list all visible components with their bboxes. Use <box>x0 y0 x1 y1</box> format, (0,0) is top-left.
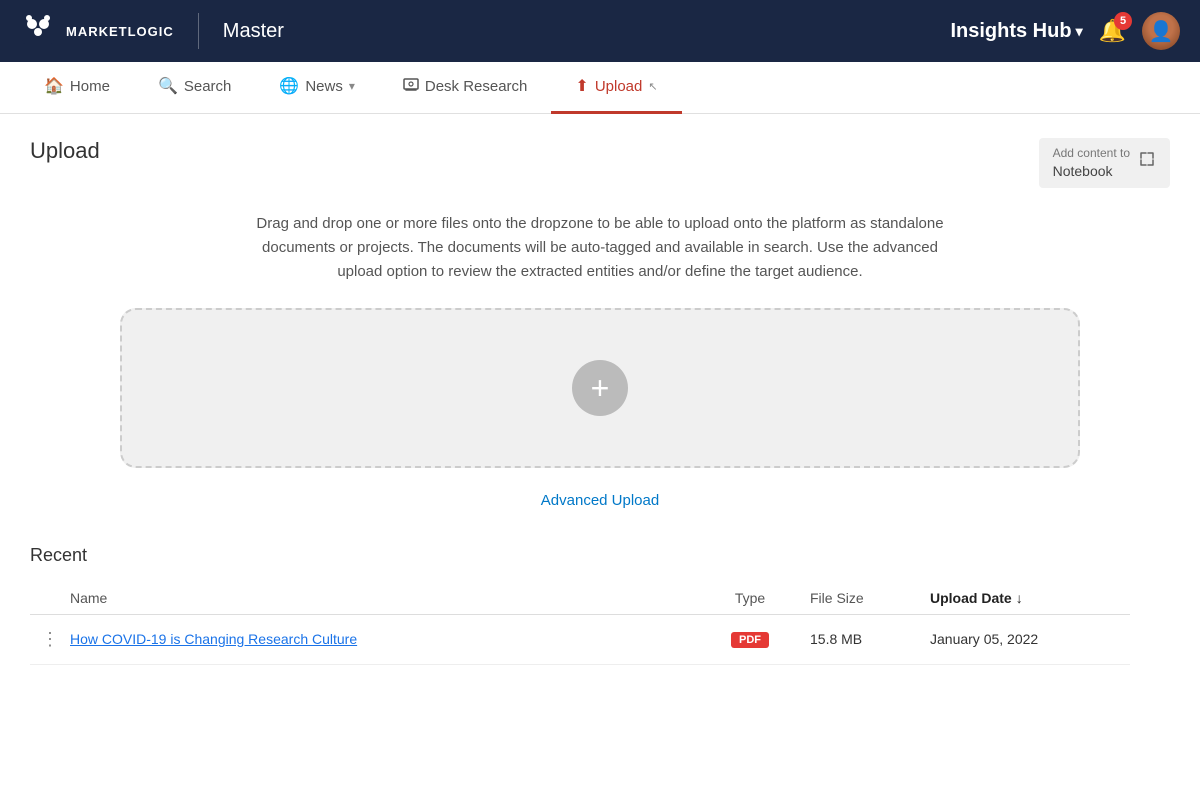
pdf-badge: PDF <box>731 632 769 648</box>
nav-item-home-label: Home <box>70 78 110 95</box>
notification-bell[interactable]: 🔔 5 <box>1099 18 1126 44</box>
nav-item-search[interactable]: 🔍 Search <box>134 62 255 114</box>
insights-hub-label: Insights Hub <box>950 20 1071 43</box>
nav-item-search-label: Search <box>184 78 232 95</box>
notebook-btn-text: Add content to Notebook <box>1053 146 1130 180</box>
upload-description: Drag and drop one or more files onto the… <box>240 212 960 284</box>
secondary-nav: 🏠 Home 🔍 Search 🌐 News ▾ Desk Research ⬆… <box>0 62 1200 114</box>
nav-item-upload-label: Upload <box>595 78 643 95</box>
col-spacer <box>30 590 70 606</box>
recent-title: Recent <box>30 545 1130 566</box>
upload-icon: ⬆ <box>575 76 588 96</box>
top-nav-left: MARKETLOGIC Master <box>20 10 284 52</box>
home-icon: 🏠 <box>44 76 64 96</box>
col-header-type: Type <box>690 590 810 606</box>
plus-circle-icon: + <box>572 360 628 416</box>
upload-cursor: ↖ <box>648 80 657 93</box>
avatar-image: 👤 <box>1142 12 1180 50</box>
row-type: PDF <box>690 630 810 648</box>
avatar[interactable]: 👤 <box>1142 12 1180 50</box>
col-header-upload-date[interactable]: Upload Date ↓ <box>930 590 1130 606</box>
table-row: ⋮ How COVID-19 is Changing Research Cult… <box>30 615 1130 665</box>
nav-divider <box>198 13 199 49</box>
search-icon: 🔍 <box>158 76 178 96</box>
row-name: How COVID-19 is Changing Research Cultur… <box>70 631 690 647</box>
row-menu-icon[interactable]: ⋮ <box>30 629 70 650</box>
expand-icon <box>1138 150 1156 175</box>
col-header-name: Name <box>70 590 690 606</box>
sort-arrow-icon: ↓ <box>1016 590 1023 606</box>
insights-hub-button[interactable]: Insights Hub ▾ <box>950 20 1082 43</box>
top-nav-right: Insights Hub ▾ 🔔 5 👤 <box>950 12 1180 50</box>
table-header: Name Type File Size Upload Date ↓ <box>30 582 1130 615</box>
col-header-file-size: File Size <box>810 590 930 606</box>
dropzone[interactable]: + <box>120 308 1080 468</box>
globe-icon: 🌐 <box>279 76 299 96</box>
logo-area[interactable]: MARKETLOGIC <box>20 10 174 52</box>
desk-research-icon <box>403 76 419 97</box>
recent-section: Recent Name Type File Size Upload Date ↓… <box>30 545 1130 665</box>
row-file-size: 15.8 MB <box>810 631 930 647</box>
notification-badge: 5 <box>1114 12 1132 30</box>
nav-item-news-label: News <box>305 78 343 95</box>
page-header: Upload Add content to Notebook <box>30 138 1170 188</box>
row-upload-date: January 05, 2022 <box>930 631 1130 647</box>
main-content: Upload Add content to Notebook Drag and … <box>0 114 1200 795</box>
row-name-link[interactable]: How COVID-19 is Changing Research Cultur… <box>70 631 357 647</box>
logo-icon <box>20 10 56 52</box>
notebook-btn-line1: Add content to <box>1053 146 1130 162</box>
page-title: Upload <box>30 138 100 164</box>
nav-title: Master <box>223 20 284 43</box>
logo-text: MARKETLOGIC <box>66 24 174 39</box>
nav-item-upload[interactable]: ⬆ Upload ↖ <box>551 62 681 114</box>
advanced-upload-link[interactable]: Advanced Upload <box>30 492 1170 509</box>
add-to-notebook-button[interactable]: Add content to Notebook <box>1039 138 1170 188</box>
insights-hub-caret: ▾ <box>1076 23 1083 40</box>
nav-item-desk-research[interactable]: Desk Research <box>379 62 552 114</box>
nav-item-desk-research-label: Desk Research <box>425 78 528 95</box>
nav-item-news[interactable]: 🌐 News ▾ <box>255 62 378 114</box>
notebook-btn-line2: Notebook <box>1053 162 1130 180</box>
news-caret-icon: ▾ <box>349 79 355 93</box>
nav-item-home[interactable]: 🏠 Home <box>20 62 134 114</box>
top-nav: MARKETLOGIC Master Insights Hub ▾ 🔔 5 👤 <box>0 0 1200 62</box>
